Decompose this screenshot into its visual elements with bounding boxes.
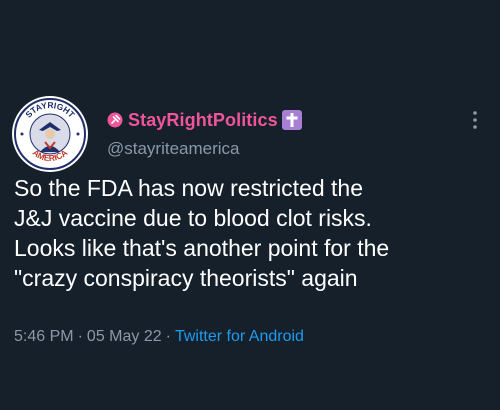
latin-cross-icon bbox=[281, 110, 302, 130]
author-display-name[interactable]: StayRightPolitics bbox=[128, 110, 278, 131]
avatar[interactable]: STAYRIGHT AMERICA bbox=[12, 96, 88, 172]
tweet-time[interactable]: 5:46 PM bbox=[14, 328, 74, 345]
patriot-emblem-icon: STAYRIGHT AMERICA bbox=[13, 97, 87, 171]
more-vertical-icon[interactable] bbox=[468, 108, 482, 132]
tweet-source-link[interactable]: Twitter for Android bbox=[175, 328, 304, 345]
author-name-row: StayRightPolitics bbox=[107, 107, 302, 133]
tweet-meta: 5:46 PM · 05 May 22 · Twitter for Android bbox=[14, 328, 304, 346]
author-handle[interactable]: @stayriteamerica bbox=[107, 139, 240, 159]
pin-icon bbox=[107, 112, 123, 128]
tweet: STAYRIGHT AMERICA StayRightPolitics @sta… bbox=[0, 0, 500, 410]
meta-separator: · bbox=[77, 328, 83, 345]
meta-separator: · bbox=[165, 328, 171, 345]
tweet-text: So the FDA has now restricted the J&J va… bbox=[14, 175, 390, 291]
tweet-date[interactable]: 05 May 22 bbox=[87, 328, 162, 345]
